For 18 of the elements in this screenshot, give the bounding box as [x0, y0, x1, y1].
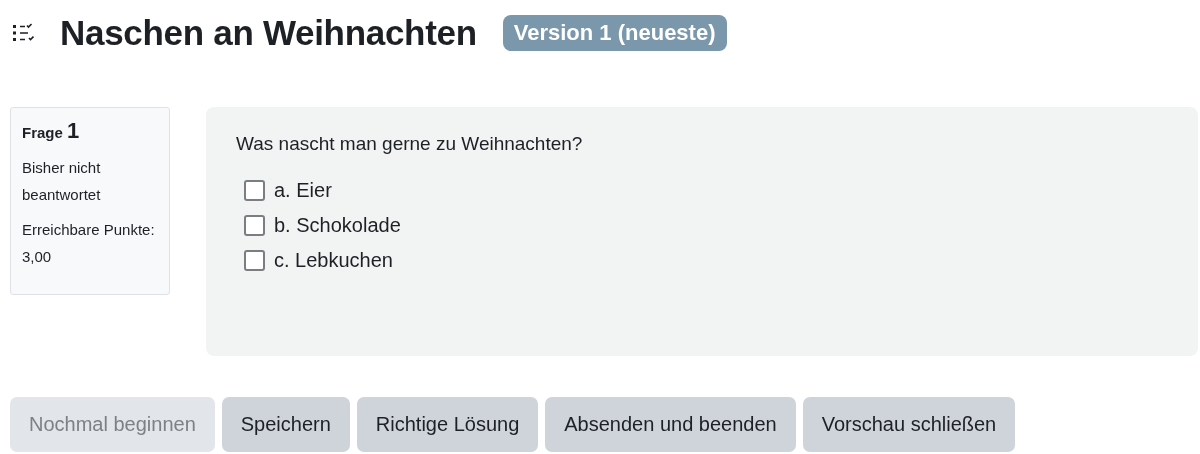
question-text: Was nascht man gerne zu Weihnachten? — [236, 133, 584, 155]
action-button[interactable]: Vorschau schließen — [802, 397, 1016, 452]
question-points: Erreichbare Punkte: 3,00 — [22, 220, 156, 267]
checkbox[interactable] — [244, 215, 265, 236]
version-badge: Version 1 (neueste) — [502, 15, 727, 51]
question-status: Bisher nicht beantwortet — [22, 158, 102, 205]
question-label: Frage — [22, 124, 63, 141]
action-button[interactable]: Speichern — [221, 397, 350, 452]
action-button[interactable]: Richtige Lösung — [356, 397, 539, 452]
checkbox[interactable] — [244, 250, 265, 271]
page-title: Naschen an Weihnachten — [60, 13, 477, 53]
option-label[interactable]: b. Schokolade — [274, 214, 401, 237]
checkbox[interactable] — [244, 180, 265, 201]
action-button[interactable]: Absenden und beenden — [545, 397, 796, 452]
list-icon — [12, 23, 34, 43]
option-label[interactable]: c. Lebkuchen — [274, 249, 393, 272]
option-label[interactable]: a. Eier — [274, 179, 332, 202]
question-number: 1 — [67, 118, 80, 143]
